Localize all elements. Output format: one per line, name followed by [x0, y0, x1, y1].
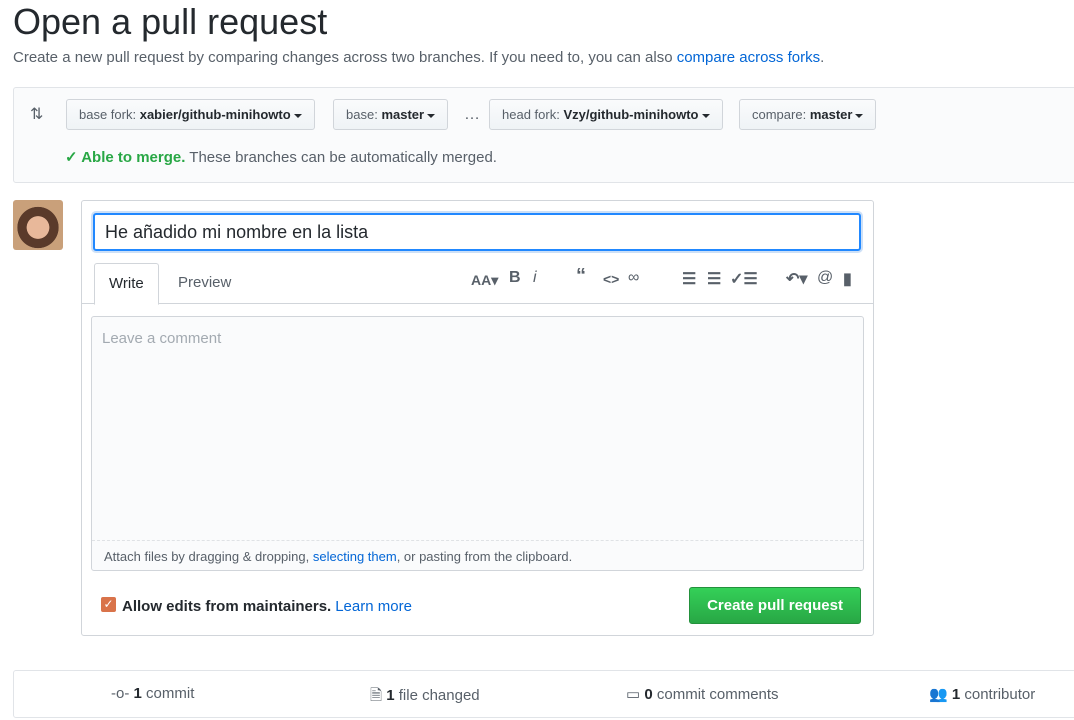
allow-edits-text: Allow edits from maintainers. [122, 598, 332, 615]
compare-across-forks-link[interactable]: compare across forks [677, 49, 820, 66]
head-fork-select[interactable]: head fork: Vzy/github-minihowto [489, 99, 723, 130]
numbered-list-icon[interactable]: ☰ [707, 269, 721, 289]
caret-down-icon [701, 113, 710, 118]
label: commit comments [656, 686, 779, 703]
comments-stat[interactable]: ▭ 0 commit comments [626, 685, 779, 703]
value: Vzy/github-minihowto [563, 107, 699, 122]
label: contributor [964, 686, 1036, 703]
count: 1 [133, 685, 142, 702]
caret-down-icon [293, 113, 302, 118]
text-size-icon[interactable]: AA▾ [471, 272, 498, 289]
git-compare-icon: ⇅ [30, 106, 44, 123]
label: compare: [752, 107, 807, 122]
label: base fork: [79, 107, 137, 122]
attach-text-end: , or pasting from the clipboard. [396, 549, 573, 564]
subtitle-text: Create a new pull request by comparing c… [13, 49, 677, 66]
file-diff-icon: 🗎 [370, 687, 383, 704]
reply-icon[interactable]: ↶▾ [786, 269, 807, 289]
link-icon[interactable]: ∞ [628, 269, 639, 287]
label: file changed [398, 687, 480, 704]
count: 1 [386, 687, 395, 704]
code-icon[interactable]: <> [603, 271, 619, 287]
comment-icon: ▭ [626, 686, 641, 703]
count: 1 [951, 686, 961, 703]
comment-textarea[interactable]: Leave a comment Attach files by dragging… [91, 316, 864, 571]
tab-preview[interactable]: Preview [164, 263, 245, 304]
value: master [381, 107, 425, 122]
learn-more-link[interactable]: Learn more [335, 598, 412, 615]
page-subtitle: Create a new pull request by comparing c… [13, 49, 824, 66]
compare-branch-select[interactable]: compare: master [739, 99, 877, 130]
summary-stats: -o- 1 commit 🗎 1 file changed ▭ 0 commit… [13, 670, 1074, 718]
commit-icon: -o- [111, 685, 130, 702]
bookmark-icon[interactable]: ▮ [843, 269, 852, 289]
value: master [809, 107, 853, 122]
caret-down-icon [855, 113, 864, 118]
subtitle-end: . [820, 49, 825, 66]
merge-status-label: Able to merge. [81, 149, 186, 166]
editor-tabs: Write Preview AA▾ B i “ <> ∞ ☰ ☰ ✓☰ ↶▾ @… [82, 263, 873, 305]
page-title: Open a pull request [13, 1, 328, 42]
files-stat[interactable]: 🗎 1 file changed [370, 685, 480, 710]
bulleted-list-icon[interactable]: ☰ [682, 269, 696, 289]
people-icon: 👥 [929, 686, 948, 703]
avatar[interactable] [13, 200, 63, 250]
allow-edits-label: Allow edits from maintainers. Learn more [122, 598, 412, 615]
create-pull-request-button[interactable]: Create pull request [689, 587, 861, 624]
merge-status: ✓ Able to merge. These branches can be a… [65, 148, 497, 166]
merge-status-text: These branches can be automatically merg… [189, 149, 497, 166]
compare-range: ⇅ base fork: xabier/github-minihowto bas… [13, 87, 1074, 183]
tab-write[interactable]: Write [94, 263, 159, 305]
mention-icon[interactable]: @ [817, 269, 833, 287]
commits-stat[interactable]: -o- 1 commit [111, 685, 194, 702]
quote-icon[interactable]: “ [576, 265, 586, 288]
base-branch-select[interactable]: base: master [333, 99, 449, 130]
attach-files-bar[interactable]: Attach files by dragging & dropping, sel… [92, 540, 863, 570]
count: 0 [644, 686, 653, 703]
attach-text: Attach files by dragging & dropping, [104, 549, 313, 564]
allow-edits-checkbox[interactable]: ✓ [101, 597, 116, 612]
contributors-stat[interactable]: 👥 1 contributor [929, 685, 1035, 703]
select-files-link[interactable]: selecting them [313, 549, 397, 564]
title-input[interactable]: He añadido mi nombre en la lista [93, 213, 861, 251]
pull-request-form: He añadido mi nombre en la lista Write P… [81, 200, 874, 636]
italic-icon[interactable]: i [533, 269, 537, 287]
value: xabier/github-minihowto [139, 107, 291, 122]
task-list-icon[interactable]: ✓☰ [730, 269, 758, 289]
label: commit [146, 685, 195, 702]
check-icon: ✓ [65, 149, 78, 166]
base-fork-select[interactable]: base fork: xabier/github-minihowto [66, 99, 315, 130]
range-ellipsis: … [464, 106, 480, 123]
caret-down-icon [427, 113, 436, 118]
label: head fork: [502, 107, 560, 122]
comment-placeholder: Leave a comment [102, 330, 222, 347]
bold-icon[interactable]: B [509, 269, 521, 287]
label: base: [346, 107, 378, 122]
